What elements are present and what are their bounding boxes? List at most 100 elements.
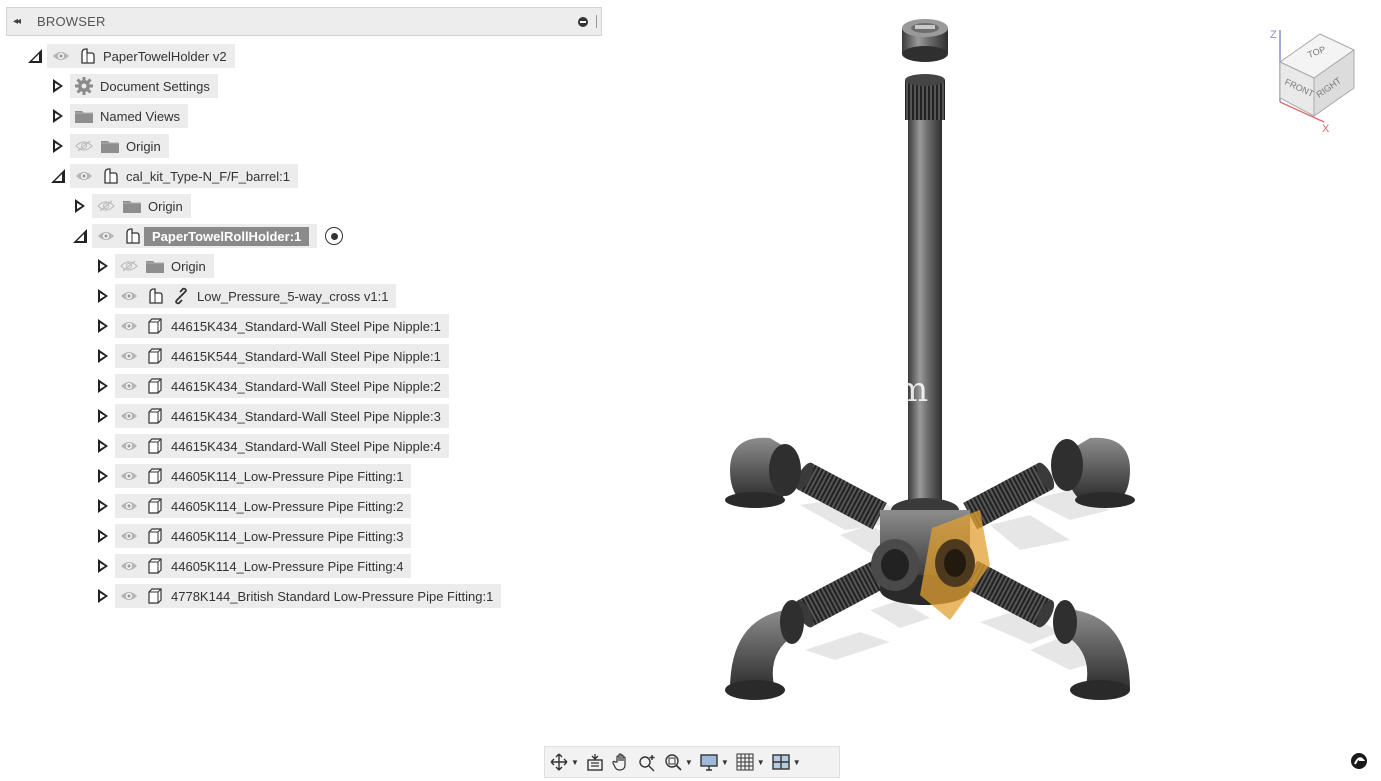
expand-triangle-icon[interactable]: [95, 438, 111, 454]
splitter-handle[interactable]: [596, 15, 597, 28]
tree-node-chip[interactable]: 4778K144_British Standard Low-Pressure P…: [115, 584, 502, 608]
tree-node[interactable]: Low_Pressure_5-way_cross v1:1: [95, 284, 397, 308]
folder-icon: [145, 256, 165, 276]
eye-icon[interactable]: [119, 346, 139, 366]
eye-hidden-icon[interactable]: [96, 196, 116, 216]
expand-triangle-icon[interactable]: [72, 198, 88, 214]
tree-node-chip[interactable]: Origin: [70, 134, 169, 158]
tree-node-label: Origin: [148, 198, 183, 214]
pipe-cap[interactable]: [902, 19, 948, 62]
expand-triangle-icon[interactable]: [95, 588, 111, 604]
eye-icon[interactable]: [74, 166, 94, 186]
body-icon: [145, 346, 165, 366]
tree-node[interactable]: Document Settings: [50, 74, 218, 98]
tree-node-chip[interactable]: 44605K114_Low-Pressure Pipe Fitting:1: [115, 464, 412, 488]
tree-node-chip[interactable]: PaperTowelRollHolder:1: [92, 224, 318, 248]
expand-triangle-icon[interactable]: [95, 318, 111, 334]
tree-node[interactable]: cal_kit_Type-N_F/F_barrel:1: [50, 164, 299, 188]
tree-node[interactable]: Origin: [72, 194, 191, 218]
eye-icon[interactable]: [119, 436, 139, 456]
eye-icon[interactable]: [51, 46, 71, 66]
eye-icon[interactable]: [119, 586, 139, 606]
tree-node-chip[interactable]: Origin: [115, 254, 214, 278]
expand-triangle-icon[interactable]: [95, 258, 111, 274]
vertical-pipe[interactable]: [905, 74, 945, 510]
tree-node[interactable]: 44615K434_Standard-Wall Steel Pipe Nippl…: [95, 374, 449, 398]
look-at-tool[interactable]: [585, 748, 605, 776]
view-cube[interactable]: Z X TOP FRONT RIGHT: [1262, 22, 1362, 137]
tree-node-chip[interactable]: Origin: [92, 194, 191, 218]
expand-triangle-icon[interactable]: [95, 378, 111, 394]
activate-component-radio[interactable]: [325, 227, 344, 245]
tree-node-chip[interactable]: 44615K434_Standard-Wall Steel Pipe Nippl…: [115, 434, 449, 458]
tree-node[interactable]: 44615K434_Standard-Wall Steel Pipe Nippl…: [95, 314, 449, 338]
grid-icon: [736, 753, 754, 771]
tree-node[interactable]: PaperTowelHolder v2: [27, 44, 235, 68]
tree-node[interactable]: 4778K144_British Standard Low-Pressure P…: [95, 584, 502, 608]
eye-icon[interactable]: [119, 286, 139, 306]
tree-node-label: Origin: [171, 258, 206, 274]
collapse-triangle-icon[interactable]: [72, 228, 88, 244]
orbit-tool[interactable]: ▼: [549, 748, 579, 776]
tree-node-chip[interactable]: 44615K434_Standard-Wall Steel Pipe Nippl…: [115, 374, 449, 398]
expand-triangle-icon[interactable]: [95, 558, 111, 574]
viewports-tool[interactable]: ▼: [771, 748, 801, 776]
tree-node[interactable]: 44615K544_Standard-Wall Steel Pipe Nippl…: [95, 344, 449, 368]
tree-node-chip[interactable]: Low_Pressure_5-way_cross v1:1: [115, 284, 397, 308]
five-way-cross[interactable]: [871, 498, 990, 620]
eye-icon[interactable]: [119, 526, 139, 546]
tree-node[interactable]: 44605K114_Low-Pressure Pipe Fitting:1: [95, 464, 412, 488]
tree-node[interactable]: 44615K434_Standard-Wall Steel Pipe Nippl…: [95, 404, 449, 428]
tree-node-chip[interactable]: 44605K114_Low-Pressure Pipe Fitting:3: [115, 524, 412, 548]
expand-triangle-icon[interactable]: [95, 288, 111, 304]
tree-node-chip[interactable]: 44615K434_Standard-Wall Steel Pipe Nippl…: [115, 404, 449, 428]
tree-node[interactable]: 44605K114_Low-Pressure Pipe Fitting:4: [95, 554, 412, 578]
orbit-icon: [550, 753, 568, 771]
tree-node-chip[interactable]: Document Settings: [70, 74, 218, 98]
tree-node[interactable]: PaperTowelRollHolder:1: [72, 224, 344, 248]
z-axis-label: Z: [1270, 29, 1277, 41]
tree-node-chip[interactable]: 44605K114_Low-Pressure Pipe Fitting:4: [115, 554, 412, 578]
expand-triangle-icon[interactable]: [95, 348, 111, 364]
collapse-browser-icon[interactable]: ◂◂: [7, 16, 29, 27]
tree-node[interactable]: Origin: [95, 254, 214, 278]
tree-node-chip[interactable]: Named Views: [70, 104, 188, 128]
eye-icon[interactable]: [96, 226, 116, 246]
eye-icon[interactable]: [119, 496, 139, 516]
tree-node[interactable]: 44615K434_Standard-Wall Steel Pipe Nippl…: [95, 434, 449, 458]
pan-tool[interactable]: [611, 748, 631, 776]
eye-icon[interactable]: [119, 406, 139, 426]
grid-tool[interactable]: ▼: [735, 748, 765, 776]
tree-node-chip[interactable]: cal_kit_Type-N_F/F_barrel:1: [70, 164, 299, 188]
eye-icon[interactable]: [119, 466, 139, 486]
tree-node[interactable]: 44605K114_Low-Pressure Pipe Fitting:3: [95, 524, 412, 548]
tree-node-chip[interactable]: PaperTowelHolder v2: [47, 44, 235, 68]
expand-triangle-icon[interactable]: [95, 468, 111, 484]
eye-icon[interactable]: [119, 316, 139, 336]
expand-triangle-icon[interactable]: [50, 78, 66, 94]
tree-node[interactable]: Origin: [50, 134, 169, 158]
tree-node-chip[interactable]: 44615K434_Standard-Wall Steel Pipe Nippl…: [115, 314, 449, 338]
component-icon: [100, 166, 120, 186]
expand-triangle-icon[interactable]: [50, 138, 66, 154]
eye-icon[interactable]: [119, 556, 139, 576]
tree-node-chip[interactable]: 44605K114_Low-Pressure Pipe Fitting:2: [115, 494, 412, 518]
eye-hidden-icon[interactable]: [119, 256, 139, 276]
tree-node[interactable]: Named Views: [50, 104, 188, 128]
expand-triangle-icon[interactable]: [95, 408, 111, 424]
model-viewport[interactable]: [700, 10, 1160, 720]
display-settings-tool[interactable]: ▼: [699, 748, 729, 776]
eye-hidden-icon[interactable]: [74, 136, 94, 156]
collapse-triangle-icon[interactable]: [50, 168, 66, 184]
eye-icon[interactable]: [119, 376, 139, 396]
expand-triangle-icon[interactable]: [95, 498, 111, 514]
folder-icon: [122, 196, 142, 216]
fit-tool[interactable]: ▼: [663, 748, 693, 776]
tree-node-chip[interactable]: 44615K544_Standard-Wall Steel Pipe Nippl…: [115, 344, 449, 368]
collapse-triangle-icon[interactable]: [27, 48, 43, 64]
tree-node[interactable]: 44605K114_Low-Pressure Pipe Fitting:2: [95, 494, 412, 518]
expand-triangle-icon[interactable]: [50, 108, 66, 124]
zoom-tool[interactable]: [637, 748, 657, 776]
pin-icon[interactable]: [578, 16, 588, 27]
expand-triangle-icon[interactable]: [95, 528, 111, 544]
